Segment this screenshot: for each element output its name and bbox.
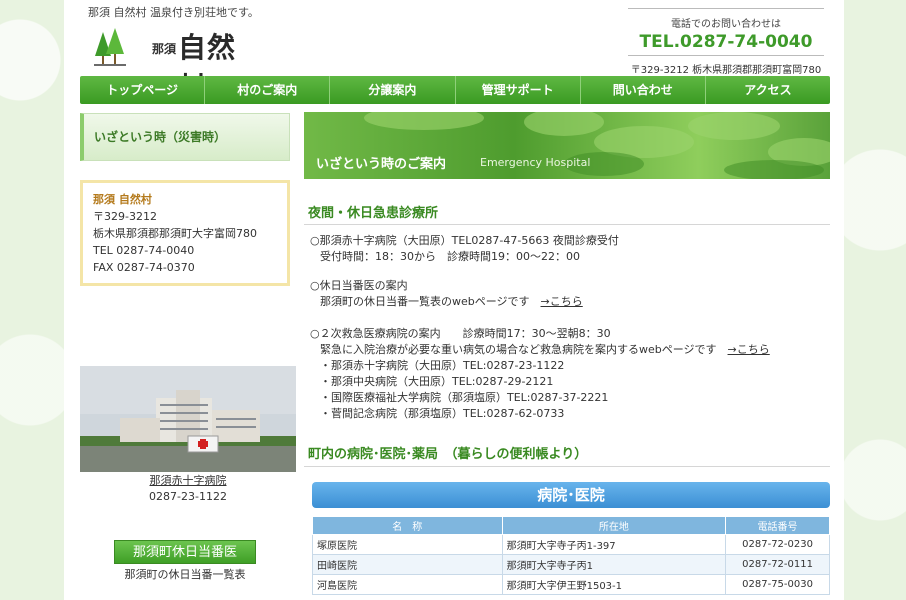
main-nav: トップページ 村のご案内 分譲案内 管理サポート 問い合わせ アクセス (80, 76, 830, 104)
sidebar-title[interactable]: いざという時（災害時） (80, 113, 290, 161)
table-row: 河島医院 那須町大字伊王野1503-1 0287-75-0030 (312, 574, 830, 595)
table-row: 田崎医院 那須町大字寺子丙1 0287-72-0111 (312, 554, 830, 575)
table-row: 塚原医院 那須町大字寺子丙1-397 0287-72-0230 (312, 534, 830, 555)
contact-tel: TEL.0287-74-0040 (628, 32, 824, 56)
hospital-photo-tel: 0287-23-1122 (149, 490, 227, 503)
section-divider (304, 466, 830, 467)
hospital-list-item: ・国際医療福祉大学病院（那須塩原）TEL:0287-37-2221 (320, 391, 609, 404)
section-heading-emergency: 夜間・休日急患診療所 (308, 206, 439, 221)
hospital-photo[interactable] (80, 366, 296, 472)
hospital-list-item: ・那須中央病院（大田原）TEL:0287-29-2121 (320, 375, 554, 388)
contact-label: 電話でのお問い合わせは (628, 8, 824, 30)
nav-item-access[interactable]: アクセス (706, 76, 830, 104)
clinic-name: 田崎医院 (312, 554, 503, 575)
column-header: 電話番号 (725, 516, 830, 535)
sidebar-address-line: FAX 0287-74-0370 (93, 261, 195, 274)
info-line: 緊急に入院治療が必要な重い病気の場合など救急病院を案内するwebページです (320, 343, 728, 356)
clinic-address: 那須町大字寺子丙1 (501, 554, 727, 575)
sidebar-address-name: 那須 自然村 (93, 193, 152, 206)
table-banner: 病院･医院 (312, 482, 830, 508)
page-container: 那須 自然村 温泉付き別荘地です。 那須 自然村 電話でのお問い合わせは TEL… (64, 0, 844, 600)
clinic-phone: 0287-72-0230 (725, 534, 830, 555)
clinic-address: 那須町大字伊王野1503-1 (501, 574, 727, 595)
clinic-phone: 0287-72-0111 (725, 554, 830, 575)
holiday-link[interactable]: →こちら (541, 295, 583, 308)
site-logo[interactable]: 那須 自然村 (94, 24, 264, 104)
holiday-doctor-caption: 那須町の休日当番一覧表 (124, 568, 246, 581)
info-line: ○休日当番医の案内 (310, 279, 408, 292)
column-header: 名 称 (312, 516, 503, 535)
nav-item-sales[interactable]: 分譲案内 (330, 76, 456, 104)
info-block-red-cross: ○那須赤十字病院（大田原）TEL0287-47-5663 夜間診療受付 受付時間… (310, 233, 619, 265)
tree-logo-icon (94, 28, 126, 66)
sidebar-address-line: 〒329-3212 (93, 210, 157, 223)
section-divider (304, 224, 830, 225)
sidebar-address-line: TEL 0287-74-0040 (93, 244, 195, 257)
clinic-phone: 0287-75-0030 (725, 574, 830, 595)
hero-title: いざという時のご案内 (316, 157, 447, 172)
info-line: ○２次救急医療病院の案内 診療時間17：30～翌朝8：30 (310, 327, 611, 340)
info-line: ○那須赤十字病院（大田原）TEL0287-47-5663 夜間診療受付 (310, 234, 619, 247)
secondary-link[interactable]: →こちら (728, 343, 770, 356)
photo-caption: 那須赤十字病院 0287-23-1122 (80, 473, 296, 505)
holiday-doctor-banner[interactable]: 那須町休日当番医 (114, 540, 256, 564)
sidebar-address-line: 栃木県那須郡那須町大字富岡780 (93, 227, 257, 240)
column-header: 所在地 (501, 516, 727, 535)
nav-item-village[interactable]: 村のご案内 (205, 76, 331, 104)
hospital-photo-link[interactable]: 那須赤十字病院 (80, 473, 296, 489)
clinic-table: 名 称 所在地 電話番号 塚原医院 那須町大字寺子丙1-397 0287-72-… (312, 516, 830, 595)
hero-subtitle: Emergency Hospital (480, 156, 591, 169)
nav-item-support[interactable]: 管理サポート (456, 76, 581, 104)
hospital-building-image (80, 366, 296, 472)
info-line: 那須町の休日当番一覧表のwebページです (320, 295, 541, 308)
section-heading-local: 町内の病院･医院･薬局 （暮らしの便利帳より） (308, 447, 588, 462)
sidebar-address-box: 那須 自然村 〒329-3212 栃木県那須郡那須町大字富岡780 TEL 02… (80, 180, 290, 286)
hero-banner: いざという時のご案内 Emergency Hospital (304, 112, 830, 179)
header-contact: 電話でのお問い合わせは TEL.0287-74-0040 〒329-3212 栃… (628, 8, 824, 76)
hospital-list-item: ・菅間記念病院（那須塩原）TEL:0287-62-0733 (320, 407, 565, 420)
hospital-list-item: ・那須赤十字病院（大田原）TEL:0287-23-1122 (320, 359, 565, 372)
clinic-name: 河島医院 (312, 574, 503, 595)
info-block-holiday: ○休日当番医の案内 那須町の休日当番一覧表のwebページです →こちら (310, 278, 583, 310)
logo-small-text: 那須 (152, 42, 177, 56)
nav-item-contact[interactable]: 問い合わせ (581, 76, 706, 104)
nav-item-top[interactable]: トップページ (80, 76, 206, 104)
site-tagline: 那須 自然村 温泉付き別荘地です。 (88, 6, 259, 19)
contact-address: 〒329-3212 栃木県那須郡那須町富岡780 (630, 65, 822, 76)
info-line: 受付時間：18：30から 診療時間19：00～22：00 (320, 250, 580, 263)
clinic-address: 那須町大字寺子丙1-397 (501, 534, 727, 555)
info-block-secondary: ○２次救急医療病院の案内 診療時間17：30～翌朝8：30 緊急に入院治療が必要… (310, 326, 770, 422)
table-header-row: 名 称 所在地 電話番号 (312, 516, 830, 535)
clinic-name: 塚原医院 (312, 534, 503, 555)
